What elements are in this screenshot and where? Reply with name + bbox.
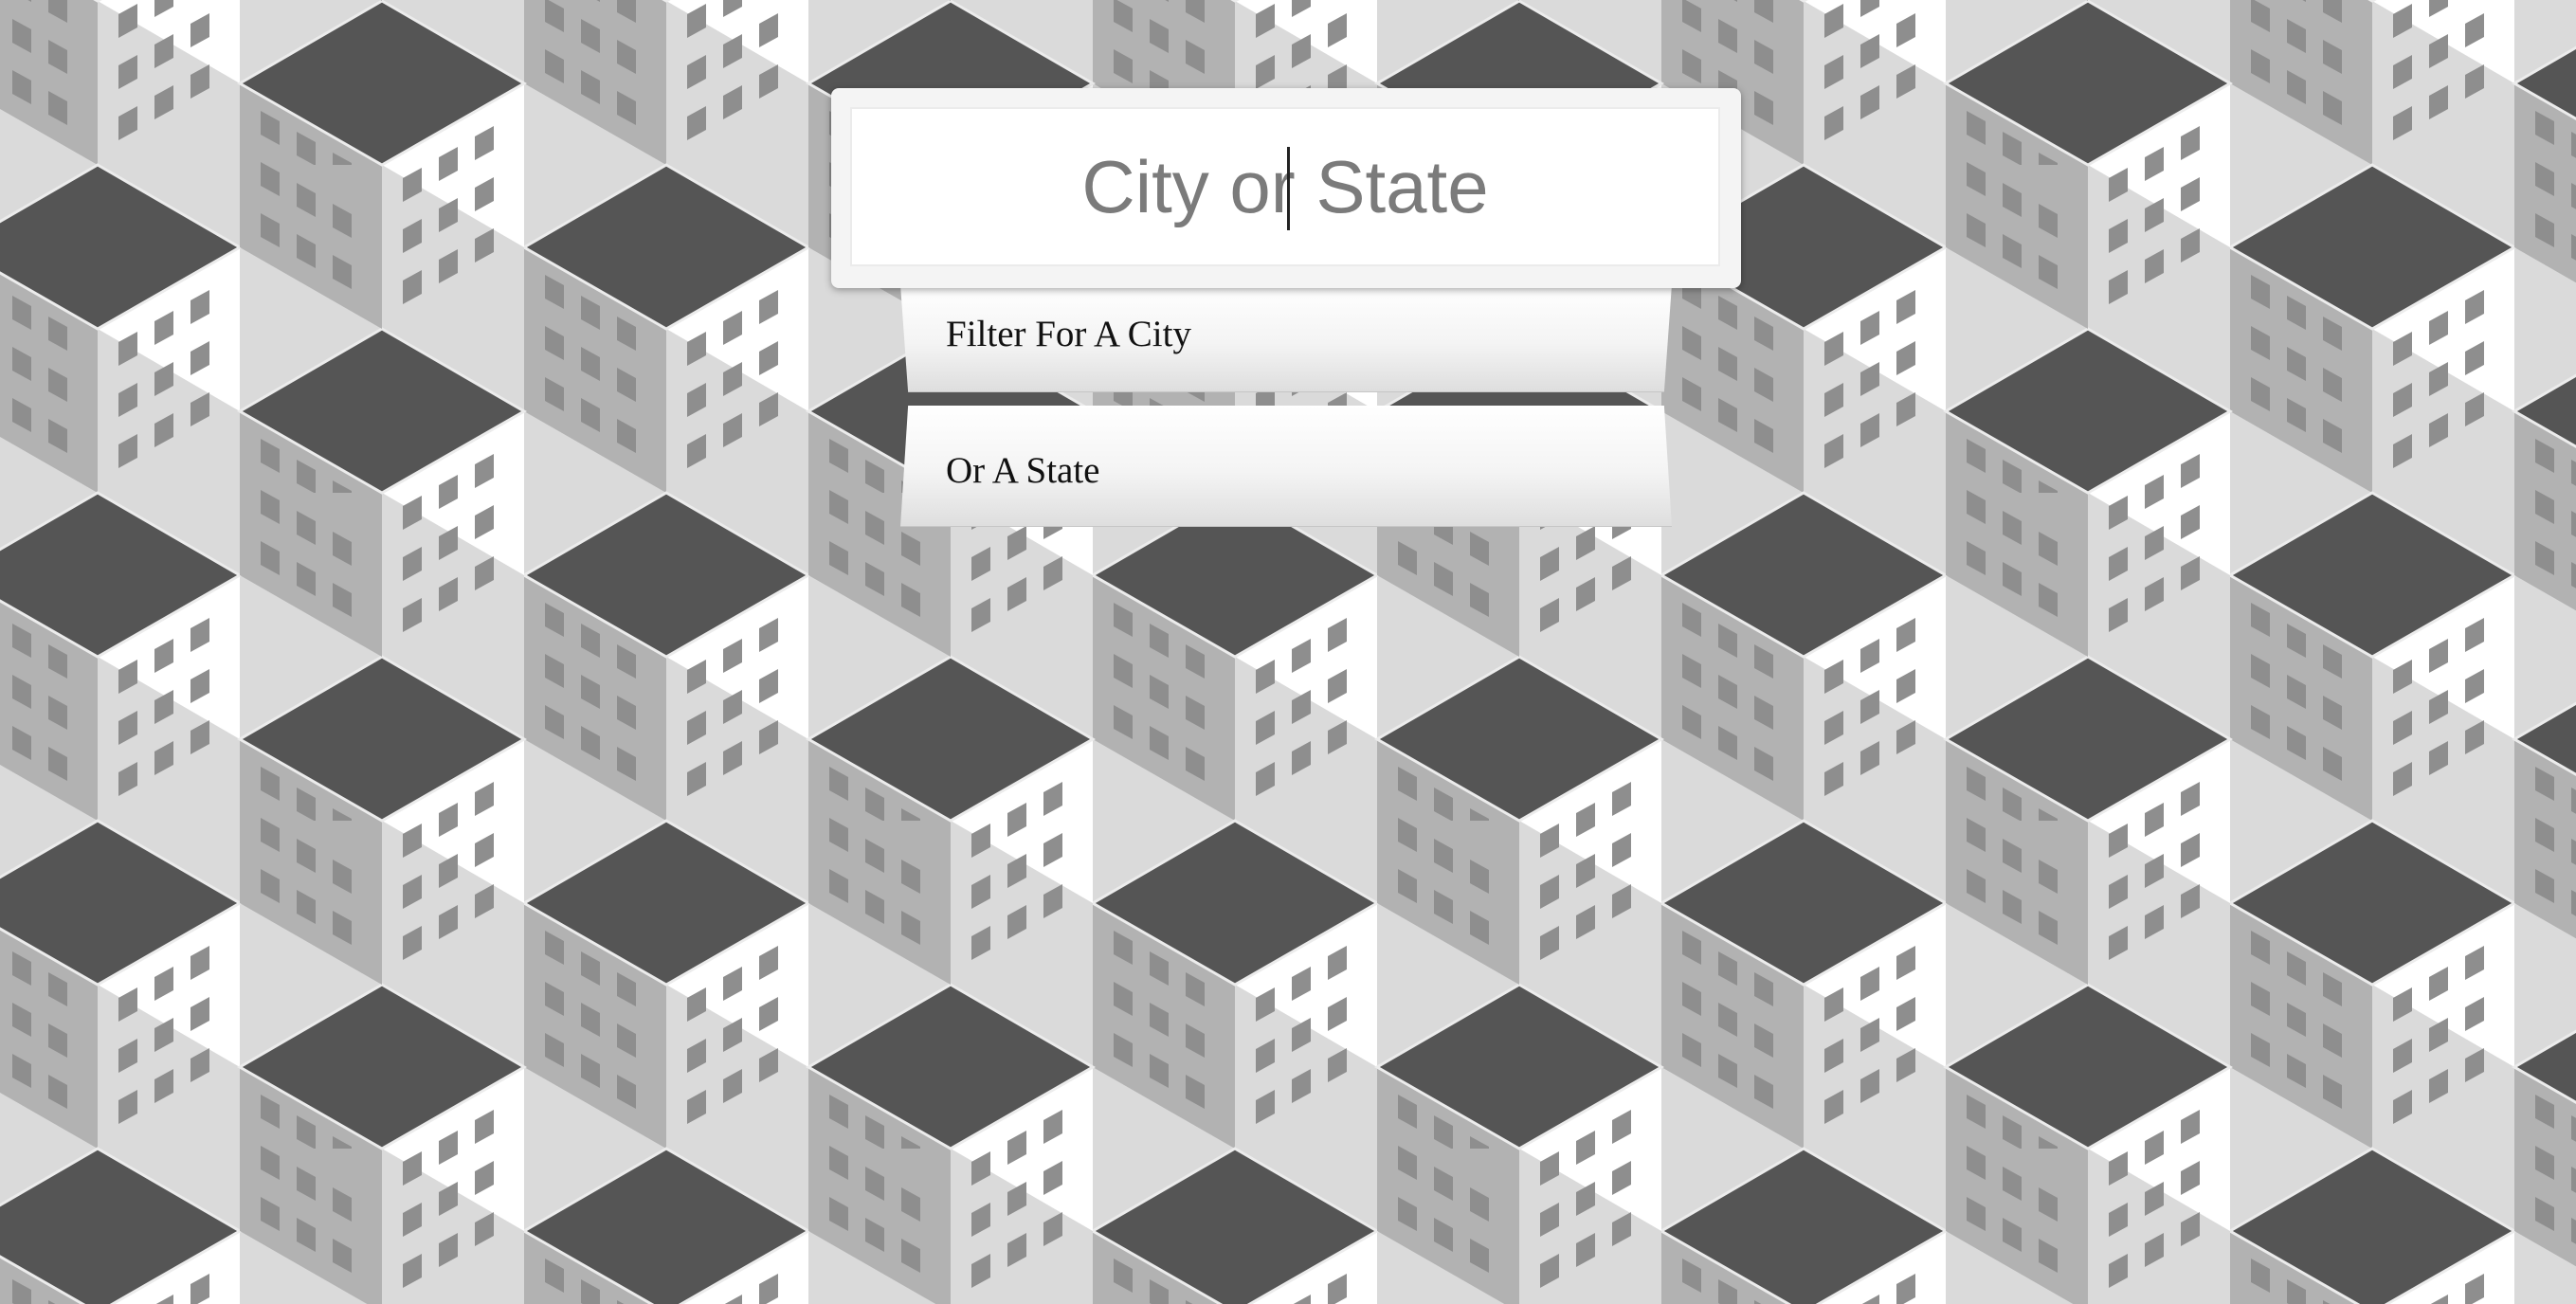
text-cursor	[1287, 147, 1290, 230]
suggestion-item[interactable]: Or A State	[900, 406, 1672, 527]
suggestions-list: Filter For A City Or A State	[900, 284, 1672, 527]
search-box	[831, 88, 1741, 288]
suggestion-item[interactable]: Filter For A City	[900, 284, 1672, 392]
search-input[interactable]	[850, 107, 1720, 266]
city-search-form: Filter For A City Or A State	[0, 0, 2576, 1304]
